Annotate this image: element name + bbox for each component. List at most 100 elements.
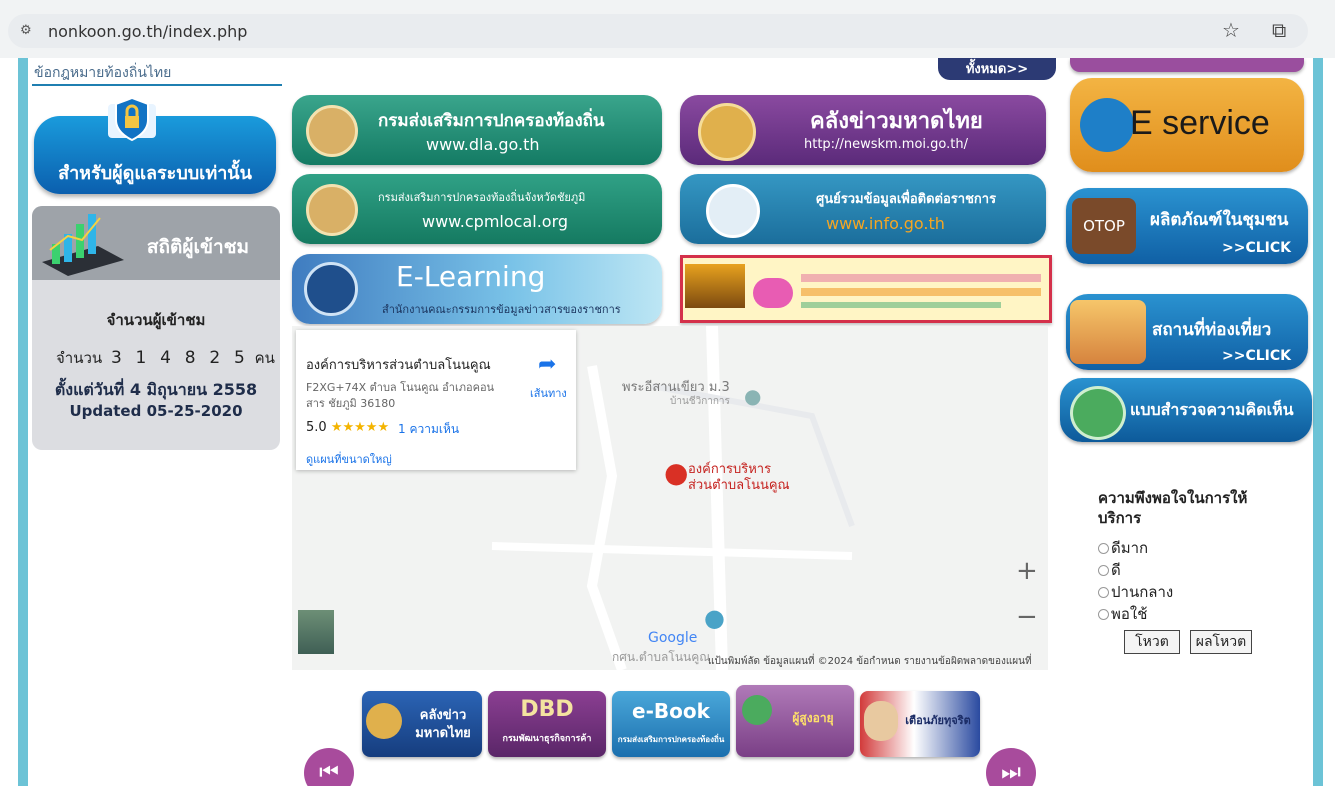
radio-button[interactable] [1098,587,1109,598]
survey-seal-icon [1070,386,1126,440]
ad-logo-icon [753,278,793,308]
vote-option[interactable]: ปานกลาง [1098,580,1173,604]
counter-digit: 8 [184,348,197,368]
map-pin-icon: ● [744,384,762,408]
divider [32,84,282,86]
visitor-count-prefix: จำนวน [56,349,103,367]
page-frame-right [1313,58,1323,786]
counter-digit: 4 [160,348,172,368]
info-link-banner[interactable]: ศูนย์รวมข้อมูลเพื่อติดต่อราชการ www.info… [680,174,1046,244]
radio-button[interactable] [1098,543,1109,554]
location-marker-icon[interactable]: ● [664,456,688,489]
page-frame-left [18,58,28,786]
visitor-count-title: จำนวนผู้เข้าชม [106,311,206,329]
counter-digit: 3 [110,348,123,368]
map-place-name: องค์การบริหารส่วนตำบลโนนคูณ [306,358,491,373]
top-right-banner[interactable] [1070,58,1304,72]
elearning-link-banner[interactable]: E-Learning สำนักงานคณะกรรมการข้อมูลข่าวส… [292,254,662,324]
map-reviews-link[interactable]: 1 ความเห็น [398,420,459,439]
carousel-item-newskm[interactable]: คลังข่าว มหาดไทย [362,691,482,757]
landmark-image [1070,300,1146,364]
map-poi-sublabel: บ้านชีวิกาการ [670,396,730,407]
law-link[interactable]: ข้อกฎหมายท้องถิ่นไทย [34,62,171,84]
vote-option[interactable]: ดีมาก [1098,536,1148,560]
eservice-banner[interactable]: E service [1070,78,1304,172]
tourism-banner[interactable]: สถานที่ท่องเที่ยว >>CLICK [1066,294,1308,370]
counter-digit: 5 [233,348,246,368]
dla-link-banner[interactable]: กรมส่งเสริมการปกครองท้องถิ่น www.dla.go.… [292,95,662,165]
directions-icon[interactable]: ➦ [538,352,556,377]
carousel-sublabel: กรมพัฒนาธุรกิจการค้า [502,734,592,744]
radio-button[interactable] [1098,609,1109,620]
view-larger-map-link[interactable]: ดูแผนที่ขนาดใหญ่ [306,450,392,468]
carousel-item-fraud[interactable]: เตือนภัยทุจริต [860,691,980,757]
eservice-label: E service [1130,104,1270,142]
ad-text-line [801,274,1041,282]
carousel-sublabel: กรมส่งเสริมการปกครองท้องถิ่น [617,735,725,744]
radio-button[interactable] [1098,565,1109,576]
otop-banner[interactable]: OTOP ผลิตภัณฑ์ในชุมชน >>CLICK [1066,188,1308,264]
ad-banner[interactable] [680,255,1052,323]
browser-toolbar: ⚙ nonkoon.go.th/index.php ☆ ⧉ [0,0,1335,59]
carousel-label: คลังข่าว มหาดไทย [415,708,471,741]
google-logo: Google [648,630,698,646]
directions-link[interactable]: เส้นทาง [530,384,567,402]
rating-value: 5.0 [306,420,327,435]
count-since-date: ตั้งแต่วันที่ 4 มิถุนายน 2558 [54,380,258,399]
carousel-item-elderly[interactable]: ผู้สูงอายุ [736,685,854,757]
vote-results-button[interactable]: ผลโหวต [1190,630,1252,654]
visitor-count: จำนวน 3 1 4 8 2 5 คน [56,346,275,370]
zoom-out-button[interactable]: − [1016,602,1038,632]
counter-digit: 1 [135,348,148,368]
megaphone-icon [1080,98,1134,152]
marker-label-line: ส่วนตำบลโนนคูณ [688,478,790,493]
tourism-click: >>CLICK [1222,348,1291,364]
moi-seal-icon [366,703,402,739]
moi-seal-icon [698,103,756,161]
counter-digit: 2 [209,348,222,368]
vote-question: ความพึงพอใจในการให้บริการ [1098,489,1248,527]
vote-option-label: ปานกลาง [1111,583,1174,601]
seal-icon [742,695,772,725]
cpm-title: กรมส่งเสริมการปกครองท้องถิ่นจังหวัดชัยภู… [378,191,586,204]
lock-shield-icon [108,96,156,142]
see-all-button[interactable]: ทั้งหมด>> [938,58,1056,80]
carousel-label: DBD [520,697,574,722]
visitor-stats-title: สถิติผู้เข้าชม [146,236,250,258]
otop-click: >>CLICK [1222,240,1291,256]
map-layer-thumbnail[interactable] [298,610,334,654]
carousel-next-button[interactable]: ⏭ [986,748,1036,786]
survey-title: แบบสำรวจความคิดเห็น [1130,400,1294,419]
zoom-in-button[interactable]: + [1016,556,1038,586]
vote-option[interactable]: พอใช้ [1098,602,1147,626]
survey-banner[interactable]: แบบสำรวจความคิดเห็น [1060,378,1312,442]
vote-option[interactable]: ดี [1098,558,1121,582]
newskm-link-banner[interactable]: คลังข่าวมหาดไทย http://newskm.moi.go.th/ [680,95,1046,165]
map-rating: 5.0 ★★★★★ [306,420,389,435]
opdc-seal-icon [706,184,760,238]
vote-option-label: ดีมาก [1111,539,1149,557]
site-settings-icon[interactable]: ⚙ [20,23,32,38]
otop-logo: OTOP [1072,198,1136,254]
vote-button[interactable]: โหวต [1124,630,1180,654]
bookmark-star-icon[interactable]: ☆ [1222,18,1240,42]
bar-graph-icon [42,214,124,276]
admin-only-label: สำหรับผู้ดูแลระบบเท่านั้น [58,163,252,184]
carousel-prev-button[interactable]: ⏮ [304,748,354,786]
map-footer-links[interactable]: แป้นพิมพ์ลัด ข้อมูลแผนที่ ©2024 ข้อกำหนด… [708,654,1032,669]
info-title: ศูนย์รวมข้อมูลเพื่อติดต่อราชการ [816,192,997,207]
cpm-link-banner[interactable]: กรมส่งเสริมการปกครองท้องถิ่นจังหวัดชัยภู… [292,174,662,244]
newskm-title: คลังข่าวมหาดไทย [810,109,983,134]
elearning-subtitle: สำนักงานคณะกรรมการข้อมูลข่าวสารของราชการ [382,303,621,316]
person-icon [864,701,898,741]
carousel-item-ebook[interactable]: e-Book กรมส่งเสริมการปกครองท้องถิ่น [612,691,730,757]
oic-seal-icon [304,262,358,316]
carousel-item-dbd[interactable]: DBD กรมพัฒนาธุรกิจการค้า [488,691,606,757]
extensions-icon[interactable]: ⧉ [1272,18,1286,42]
updated-date: Updated 05-25-2020 [69,402,243,420]
carousel-label: เตือนภัยทุจริต [905,714,971,727]
ad-text-line [801,288,1041,296]
url-text[interactable]: nonkoon.go.th/index.php [48,22,247,41]
dla-title: กรมส่งเสริมการปกครองท้องถิ่น [378,111,605,131]
map-pin-icon: ● [704,604,725,632]
